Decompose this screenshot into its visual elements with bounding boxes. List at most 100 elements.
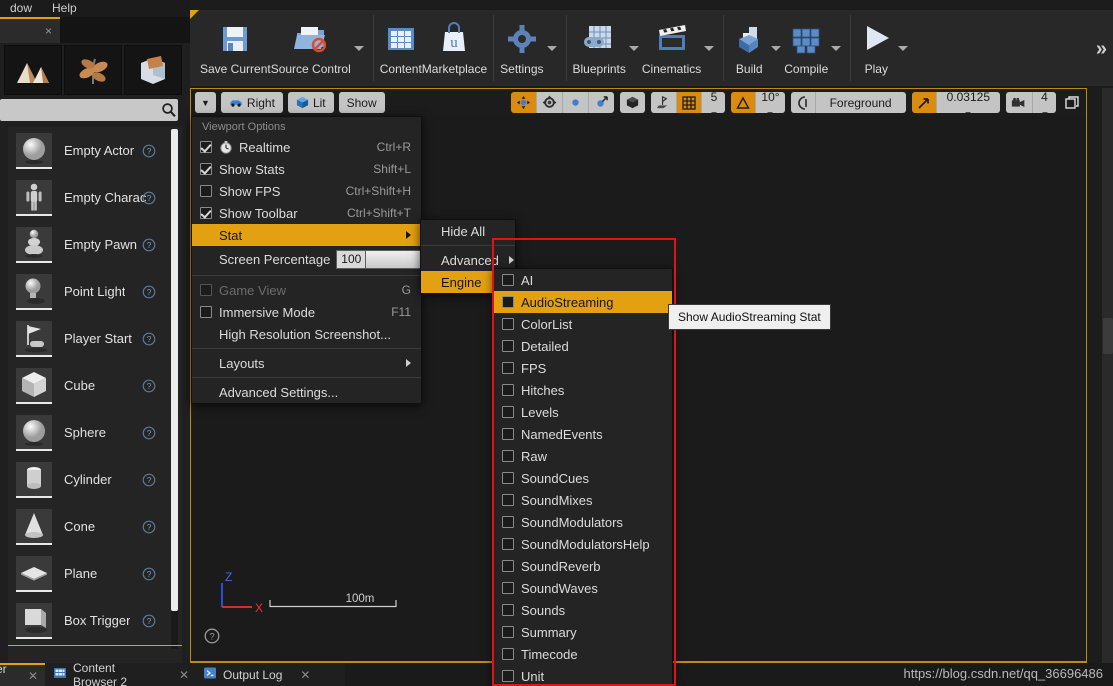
close-icon[interactable]: ✕	[179, 668, 189, 682]
scrollbar-thumb[interactable]	[1103, 318, 1113, 354]
actor-help-button[interactable]: ?	[142, 614, 156, 628]
menu-item-layouts[interactable]: Layouts	[192, 352, 421, 374]
view-mode-button[interactable]: Lit	[288, 92, 334, 113]
menu-item-stat[interactable]: Stat	[192, 224, 421, 246]
menu-item-advanced-settings[interactable]: Advanced Settings...	[192, 381, 421, 403]
checkbox[interactable]	[200, 284, 212, 296]
checkbox[interactable]	[502, 450, 514, 462]
help-icon[interactable]: ?	[204, 628, 220, 644]
actor-list-item[interactable]: Empty Actor?	[8, 127, 182, 174]
help-icon[interactable]: ?	[142, 473, 156, 487]
help-icon[interactable]: ?	[142, 191, 156, 205]
engine-stat-item-soundreverb[interactable]: SoundReverb	[494, 555, 672, 577]
actor-list-scrollbar[interactable]	[171, 129, 178, 649]
help-icon[interactable]: ?	[142, 426, 156, 440]
engine-stat-item-ai[interactable]: AI	[494, 269, 672, 291]
checkbox[interactable]	[502, 274, 514, 286]
toolbar-dropdown-arrow[interactable]	[828, 10, 844, 86]
close-icon[interactable]: ✕	[300, 668, 310, 682]
maximize-viewport-button[interactable]	[1062, 92, 1082, 113]
bottom-tab-output-log[interactable]: Output Log✕	[195, 663, 345, 686]
actor-help-button[interactable]: ?	[142, 285, 156, 299]
help-icon[interactable]: ?	[142, 567, 156, 581]
help-icon[interactable]: ?	[142, 238, 156, 252]
angle-snap-value-button[interactable]: 10°	[755, 92, 784, 113]
actor-list-item[interactable]: Empty Charac?	[8, 174, 182, 221]
actor-help-button[interactable]: ?	[142, 426, 156, 440]
toolbar-dropdown-arrow[interactable]	[701, 10, 717, 86]
bottom-tab-ser-1[interactable]: ser 1✕	[0, 663, 46, 686]
scale-tool-button[interactable]	[562, 92, 588, 113]
engine-stat-item-levels[interactable]: Levels	[494, 401, 672, 423]
toolbar-overflow-button[interactable]: »	[1096, 38, 1107, 61]
engine-stat-item-raw[interactable]: Raw	[494, 445, 672, 467]
checkbox[interactable]	[200, 163, 212, 175]
toolbar-button-save-current[interactable]: Save Current	[200, 10, 271, 86]
engine-stat-item-audiostreaming[interactable]: AudioStreaming	[494, 291, 672, 313]
toolbar-button-compile[interactable]: Compile	[784, 10, 828, 86]
fov-button[interactable]	[912, 92, 936, 113]
checkbox[interactable]	[502, 604, 514, 616]
actor-search-box[interactable]	[0, 99, 178, 121]
scrollbar-thumb[interactable]	[171, 129, 178, 611]
engine-stat-item-detailed[interactable]: Detailed	[494, 335, 672, 357]
search-input[interactable]	[6, 103, 161, 117]
camera-speed-icon-button[interactable]	[1006, 92, 1032, 113]
menu-item-immersive-mode[interactable]: Immersive ModeF11	[192, 301, 421, 323]
toolbar-button-settings[interactable]: Settings	[500, 10, 543, 86]
actor-list-item[interactable]: Empty Pawn?	[8, 221, 182, 268]
camera-speed-value-button[interactable]: 4	[1032, 92, 1056, 113]
menu-item-game-view[interactable]: Game ViewG	[192, 279, 421, 301]
checkbox[interactable]	[502, 296, 514, 308]
checkbox[interactable]	[502, 494, 514, 506]
help-icon[interactable]: ?	[142, 520, 156, 534]
actor-list-item[interactable]: Cylinder?	[8, 456, 182, 503]
toolbar-button-play[interactable]: Play	[857, 10, 895, 86]
surface-snap-toggle[interactable]	[651, 92, 676, 113]
translate-tool-button[interactable]	[511, 92, 536, 113]
bottom-tab-content-browser-2[interactable]: Content Browser 2✕	[45, 663, 197, 686]
menu-item-show-toolbar[interactable]: Show ToolbarCtrl+Shift+T	[192, 202, 421, 224]
actor-list-item[interactable]: Player Start?	[8, 315, 182, 362]
menu-item-help[interactable]: Help	[42, 0, 87, 17]
toolbar-dropdown-arrow[interactable]	[351, 10, 367, 86]
camera-speed-label-button[interactable]: Foreground	[815, 92, 906, 113]
engine-stat-item-namedevents[interactable]: NamedEvents	[494, 423, 672, 445]
engine-stat-item-timecode[interactable]: Timecode	[494, 643, 672, 665]
engine-stat-item-hitches[interactable]: Hitches	[494, 379, 672, 401]
grid-snap-button[interactable]	[676, 92, 701, 113]
actor-help-button[interactable]: ?	[142, 520, 156, 534]
close-icon[interactable]: ×	[45, 24, 52, 38]
checkbox[interactable]	[502, 406, 514, 418]
viewport-options-button[interactable]: ▼	[195, 92, 216, 113]
engine-stat-item-fps[interactable]: FPS	[494, 357, 672, 379]
checkbox[interactable]	[502, 318, 514, 330]
angle-snap-button[interactable]	[731, 92, 755, 113]
engine-stat-submenu[interactable]: AIAudioStreamingColorListDetailedFPSHitc…	[493, 268, 673, 686]
toolbar-button-build[interactable]: Build	[730, 10, 768, 86]
toolbar-button-blueprints[interactable]: Blueprints	[573, 10, 626, 86]
actor-help-button[interactable]: ?	[142, 191, 156, 205]
actor-list-item[interactable]: Cone?	[8, 503, 182, 550]
menu-item-show-stats[interactable]: Show StatsShift+L	[192, 158, 421, 180]
engine-stat-item-soundmixes[interactable]: SoundMixes	[494, 489, 672, 511]
checkbox[interactable]	[502, 472, 514, 484]
checkbox[interactable]	[502, 516, 514, 528]
toolbar-dropdown-arrow[interactable]	[544, 10, 560, 86]
checkbox[interactable]	[200, 306, 212, 318]
actor-list-item[interactable]: Cube?	[8, 362, 182, 409]
help-icon[interactable]: ?	[142, 144, 156, 158]
viewport-right-scrollbar[interactable]	[1102, 88, 1113, 663]
panel-tab-modes[interactable]: ×	[0, 17, 60, 43]
checkbox[interactable]	[502, 582, 514, 594]
checkbox[interactable]	[502, 362, 514, 374]
scale-snap-button[interactable]	[791, 92, 815, 113]
checkbox[interactable]	[502, 384, 514, 396]
help-icon[interactable]: ?	[142, 285, 156, 299]
rotate-tool-button[interactable]	[536, 92, 562, 113]
checkbox[interactable]	[502, 538, 514, 550]
menu-item-show-fps[interactable]: Show FPSCtrl+Shift+H	[192, 180, 421, 202]
checkbox[interactable]	[502, 340, 514, 352]
engine-stat-item-summary[interactable]: Summary	[494, 621, 672, 643]
viewport-options-menu[interactable]: Viewport Options RealtimeCtrl+RShow Stat…	[191, 116, 422, 404]
